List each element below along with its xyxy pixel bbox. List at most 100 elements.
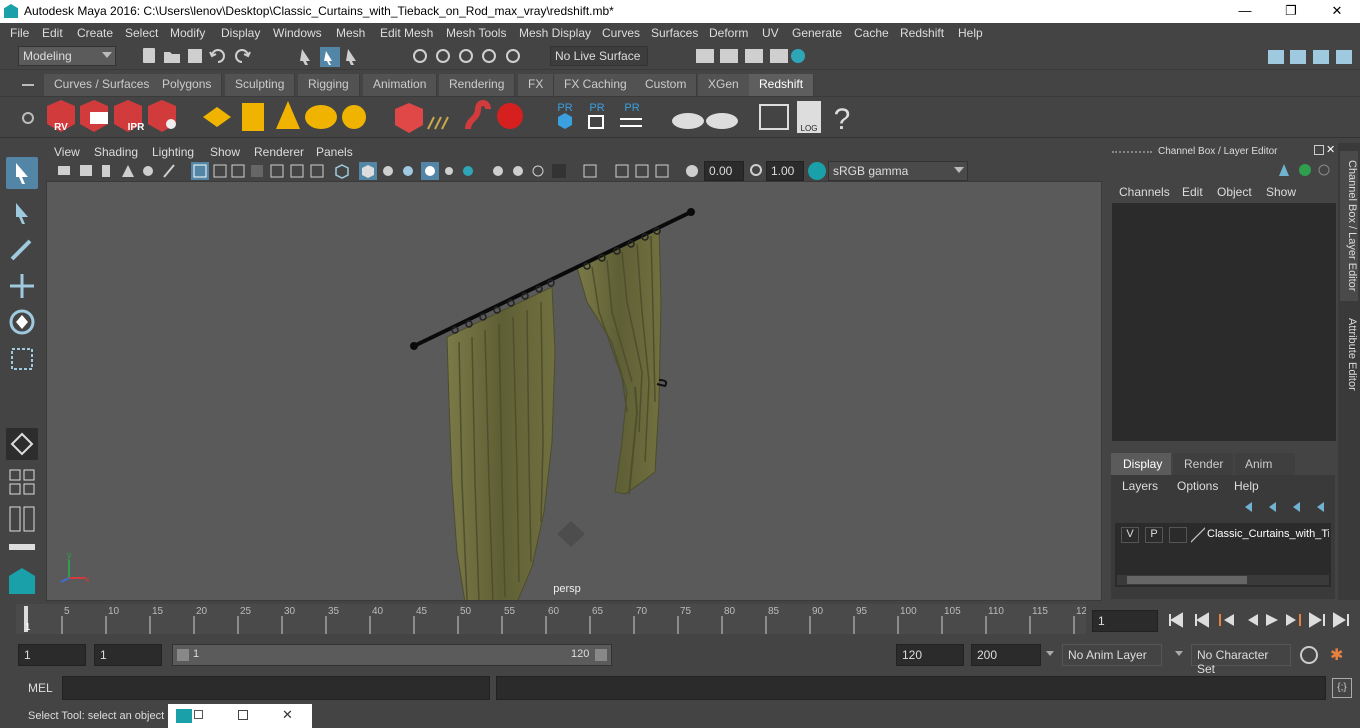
menu-edit-mesh[interactable]: Edit Mesh	[380, 26, 433, 40]
redshift-render-clapper-icon[interactable]	[80, 100, 108, 132]
redshift-pr-shape-icon[interactable]: PR	[557, 102, 573, 129]
layer-name[interactable]: Classic_Curtains_with_Ti	[1207, 528, 1329, 540]
range-end-handle[interactable]	[595, 649, 607, 661]
menu-deform[interactable]: Deform	[709, 26, 748, 40]
panel-drag-handle[interactable]	[1112, 151, 1152, 153]
tab-fx[interactable]: FX	[518, 74, 555, 96]
maximize-icon[interactable]	[238, 710, 248, 720]
redshift-help-icon[interactable]: ?	[834, 103, 851, 136]
menu-help[interactable]: Help	[958, 26, 983, 40]
minimize-button[interactable]: —	[1222, 0, 1268, 23]
command-input[interactable]	[62, 676, 490, 700]
cb-menu-show[interactable]: Show	[1266, 185, 1296, 199]
xray-active-icon[interactable]	[635, 164, 649, 178]
textured-icon[interactable]	[403, 166, 413, 176]
time-slider[interactable]: 5 10 15 20 25 30 35 40 45 50 55 60 65 70 75 80 85 90 95 100…	[16, 604, 1088, 634]
snap-to-grids-icon[interactable]	[413, 49, 427, 63]
single-perspective-layout-button[interactable]	[6, 428, 38, 460]
layer-playback-toggle[interactable]: P	[1145, 527, 1163, 543]
menu-surfaces[interactable]: Surfaces	[651, 26, 698, 40]
film-gate-icon[interactable]	[213, 164, 227, 178]
persp-outliner-layout-button[interactable]	[6, 503, 38, 535]
redshift-hair-icon[interactable]	[427, 116, 449, 130]
scale-tool-button[interactable]	[6, 343, 38, 375]
step-back-frame-icon[interactable]	[1224, 614, 1234, 626]
safe-title-icon[interactable]	[310, 164, 324, 178]
redshift-sun-sky-icon[interactable]	[342, 105, 366, 129]
render-current-frame-icon[interactable]	[720, 49, 738, 63]
layer-menu-layers[interactable]: Layers	[1122, 479, 1158, 493]
menu-mesh-display[interactable]: Mesh Display	[519, 26, 591, 40]
redshift-portal-light-icon[interactable]	[242, 103, 264, 131]
tab-xgen[interactable]: XGen	[698, 74, 750, 96]
menu-edit[interactable]: Edit	[42, 26, 63, 40]
attribute-editor-icon[interactable]	[1290, 50, 1306, 64]
tab-polygons[interactable]: Polygons	[152, 74, 223, 96]
menu-windows[interactable]: Windows	[273, 26, 322, 40]
select-tool-button[interactable]	[6, 157, 38, 189]
channel-list[interactable]	[1112, 203, 1336, 441]
select-by-hierarchy-icon[interactable]	[300, 49, 310, 65]
script-editor-icon[interactable]: {;}	[1332, 678, 1352, 698]
live-surface-field[interactable]: No Live Surface	[550, 46, 648, 66]
menu-uv[interactable]: UV	[762, 26, 779, 40]
snap-to-view-planes-icon[interactable]	[482, 49, 496, 63]
gamma-field[interactable]: 1.00	[766, 161, 804, 181]
depth-of-field-icon[interactable]	[532, 165, 544, 177]
layer-display-type-toggle[interactable]	[1169, 527, 1187, 543]
panel-menu-show[interactable]: Show	[210, 145, 240, 159]
motion-blur-icon[interactable]	[493, 166, 503, 176]
playback-start-field[interactable]: 1	[94, 644, 162, 666]
redshift-log-icon[interactable]: LOG	[797, 101, 821, 133]
tab-fx-caching[interactable]: FX Caching	[554, 74, 638, 96]
script-language-label[interactable]: MEL	[28, 681, 53, 695]
render-view-icon[interactable]	[696, 49, 714, 63]
new-scene-icon[interactable]	[143, 48, 155, 63]
menu-generate[interactable]: Generate	[792, 26, 842, 40]
close-panel-icon[interactable]: ✕	[1326, 143, 1335, 156]
multisample-aa-icon[interactable]	[513, 166, 523, 176]
play-forwards-icon[interactable]	[1266, 614, 1278, 626]
shadows-icon[interactable]	[445, 167, 453, 175]
image-plane-icon[interactable]	[122, 165, 134, 177]
select-by-component-icon[interactable]	[346, 49, 356, 65]
menu-curves[interactable]: Curves	[602, 26, 640, 40]
layer-visibility-toggle[interactable]: V	[1121, 527, 1139, 543]
minimized-window-chip[interactable]: ✕	[168, 704, 312, 728]
auto-key-icon[interactable]	[1300, 646, 1318, 664]
shelf-settings-gear-icon[interactable]	[22, 112, 34, 124]
layer-horizontal-scrollbar[interactable]	[1117, 575, 1329, 585]
layer-menu-help[interactable]: Help	[1234, 479, 1259, 493]
go-to-end-icon[interactable]	[1333, 612, 1349, 628]
restore-icon[interactable]	[194, 710, 203, 719]
snap-to-curves-icon[interactable]	[436, 49, 450, 63]
color-space-dropdown[interactable]: sRGB gamma	[828, 161, 968, 181]
undo-icon[interactable]	[209, 49, 225, 63]
character-set-dropdown[interactable]: No Character Set	[1191, 644, 1291, 676]
close-icon[interactable]: ✕	[282, 707, 293, 723]
menu-set-dropdown[interactable]: Modeling	[18, 46, 116, 66]
snap-to-points-icon[interactable]	[459, 49, 473, 63]
side-tab-attribute-editor[interactable]: Attribute Editor	[1340, 309, 1358, 399]
animation-start-field[interactable]: 1	[18, 644, 86, 666]
animation-end-field[interactable]: 200	[971, 644, 1041, 666]
paint-select-tool-button[interactable]	[6, 233, 38, 265]
panel-menu-shading[interactable]: Shading	[94, 145, 138, 159]
playback-end-field[interactable]: 120	[896, 644, 964, 666]
redshift-object-id-icon[interactable]	[465, 100, 491, 130]
layer-row[interactable]: V P Classic_Curtains_with_Ti	[1117, 525, 1329, 543]
go-to-start-icon[interactable]	[1169, 612, 1183, 628]
menu-modify[interactable]: Modify	[170, 26, 205, 40]
backface-culling-icon[interactable]	[655, 164, 669, 178]
step-back-key-icon[interactable]	[1195, 612, 1209, 628]
float-panel-icon[interactable]	[1314, 145, 1324, 155]
move-tool-button[interactable]	[6, 270, 38, 302]
hypershade-icon[interactable]	[791, 49, 805, 63]
panel-menu-lighting[interactable]: Lighting	[152, 145, 194, 159]
redshift-volume-icon[interactable]	[395, 103, 423, 133]
side-tab-channel-box[interactable]: Channel Box / Layer Editor	[1340, 151, 1358, 301]
redshift-bake-icon[interactable]	[672, 113, 704, 129]
layer-tab-display[interactable]: Display	[1111, 453, 1171, 475]
save-scene-icon[interactable]	[188, 49, 202, 63]
perspective-viewport[interactable]: y x persp	[46, 181, 1102, 601]
